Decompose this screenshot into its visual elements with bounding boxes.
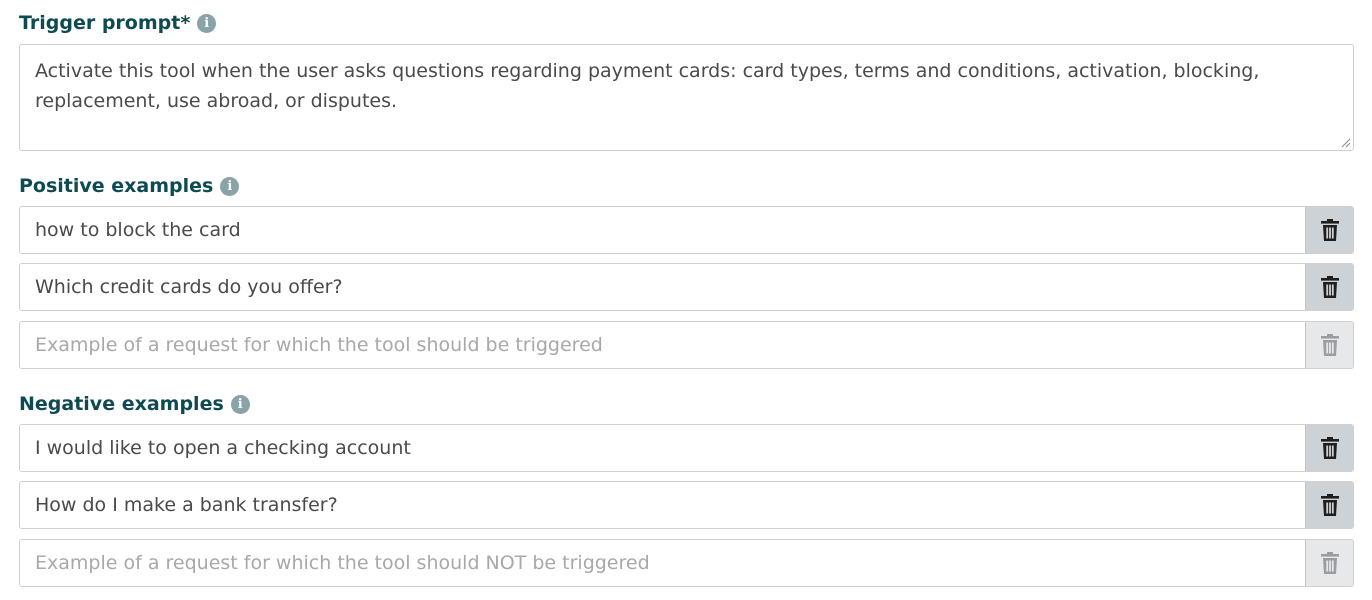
positive-example-row-new: Example of a request for which the tool … <box>19 321 1354 369</box>
negative-example-row-new: Example of a request for which the tool … <box>19 539 1354 587</box>
delete-button-disabled <box>1305 540 1353 586</box>
positive-example-row: how to block the card <box>19 206 1354 254</box>
positive-example-new-input[interactable]: Example of a request for which the tool … <box>20 322 1305 368</box>
trigger-prompt-label: Trigger prompt* i <box>19 12 217 34</box>
delete-button[interactable] <box>1305 425 1353 471</box>
negative-example-row: I would like to open a checking account <box>19 424 1354 472</box>
info-icon[interactable]: i <box>230 394 250 414</box>
trigger-prompt-text: Activate this tool when the user asks qu… <box>35 60 1260 112</box>
positive-example-input[interactable]: how to block the card <box>20 207 1305 253</box>
delete-button[interactable] <box>1305 482 1353 528</box>
info-icon[interactable]: i <box>220 176 240 196</box>
positive-example-input[interactable]: Which credit cards do you offer? <box>20 264 1305 310</box>
trash-icon <box>1320 437 1339 459</box>
negative-example-row: How do I make a bank transfer? <box>19 481 1354 529</box>
info-icon[interactable]: i <box>197 13 217 33</box>
trash-icon <box>1320 219 1339 241</box>
delete-button-disabled <box>1305 322 1353 368</box>
trigger-prompt-label-text: Trigger prompt* <box>19 12 191 34</box>
trash-icon <box>1320 276 1339 298</box>
delete-button[interactable] <box>1305 264 1353 310</box>
negative-example-new-input[interactable]: Example of a request for which the tool … <box>20 540 1305 586</box>
trigger-prompt-textarea[interactable]: Activate this tool when the user asks qu… <box>19 44 1354 151</box>
negative-example-input[interactable]: How do I make a bank transfer? <box>20 482 1305 528</box>
trash-icon <box>1320 494 1339 516</box>
trash-icon <box>1320 334 1339 356</box>
positive-example-row: Which credit cards do you offer? <box>19 263 1354 311</box>
negative-examples-label: Negative examples i <box>19 393 250 415</box>
negative-example-input[interactable]: I would like to open a checking account <box>20 425 1305 471</box>
delete-button[interactable] <box>1305 207 1353 253</box>
negative-examples-label-text: Negative examples <box>19 393 224 415</box>
positive-examples-label: Positive examples i <box>19 175 240 197</box>
resize-grip-icon[interactable] <box>1341 138 1351 148</box>
trash-icon <box>1320 552 1339 574</box>
positive-examples-label-text: Positive examples <box>19 175 214 197</box>
